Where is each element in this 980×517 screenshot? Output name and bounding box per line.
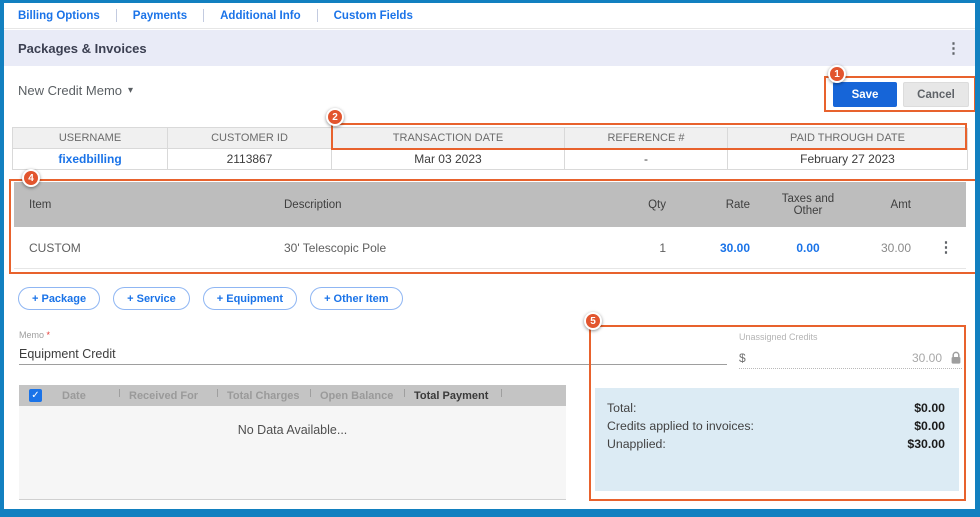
add-other-item-button[interactable]: + Other Item bbox=[310, 287, 403, 310]
col-taxes-and-other: Taxes and Other bbox=[765, 182, 851, 227]
summary-credits-applied-value: $0.00 bbox=[914, 419, 945, 433]
nav-divider bbox=[316, 9, 318, 22]
cell-paid-through-date: February 27 2023 bbox=[728, 149, 968, 170]
summary-unapplied-label: Unapplied: bbox=[607, 437, 666, 451]
cell-username: fixedbilling bbox=[13, 149, 168, 170]
item-description-cell: 30' Telescopic Pole bbox=[269, 227, 599, 269]
dropdown-label: New Credit Memo bbox=[18, 83, 123, 98]
chevron-down-icon: ▾ bbox=[128, 85, 134, 96]
line-items-table: Item Description Qty Rate Taxes and Othe… bbox=[14, 182, 966, 269]
item-amt-cell: 30.00 bbox=[851, 227, 926, 269]
taxes-value[interactable]: 0.00 bbox=[796, 241, 819, 255]
tab-additional-info[interactable]: Additional Info bbox=[216, 10, 304, 22]
unassigned-credits-field[interactable]: $ 30.00 bbox=[739, 348, 962, 369]
tab-payments[interactable]: Payments bbox=[129, 10, 191, 22]
new-credit-memo-dropdown[interactable]: New Credit Memo ▾ bbox=[18, 83, 133, 98]
section-kebab-menu-icon[interactable]: ⋮ bbox=[946, 41, 961, 56]
credit-summary-box: Total: $0.00 Credits applied to invoices… bbox=[595, 388, 959, 491]
col-amt: Amt bbox=[851, 182, 926, 227]
unassigned-credits-value: 30.00 bbox=[911, 351, 942, 365]
col-customer-id: CUSTOMER ID bbox=[168, 128, 332, 149]
required-asterisk: * bbox=[46, 330, 51, 340]
cell-reference: - bbox=[565, 149, 728, 170]
nav-divider bbox=[203, 9, 205, 22]
lock-icon[interactable] bbox=[950, 351, 962, 365]
add-package-button[interactable]: + Package bbox=[18, 287, 101, 310]
col-description: Description bbox=[269, 182, 599, 227]
col-total-payment: Total Payment bbox=[404, 385, 501, 406]
annotation-badge-5: 5 bbox=[584, 312, 602, 330]
summary-total-row: Total: $0.00 bbox=[607, 399, 945, 417]
currency-symbol: $ bbox=[739, 351, 746, 365]
col-total-charges: Total Charges bbox=[217, 385, 310, 406]
section-header: Packages & Invoices ⋮ bbox=[4, 30, 975, 66]
item-qty-cell: 1 bbox=[599, 227, 681, 269]
col-open-balance: Open Balance bbox=[310, 385, 404, 406]
tab-custom-fields[interactable]: Custom Fields bbox=[330, 10, 417, 22]
col-trailing bbox=[501, 385, 566, 406]
summary-unapplied-row: Unapplied: $30.00 bbox=[607, 435, 945, 453]
col-item: Item bbox=[14, 182, 269, 227]
tab-billing-options[interactable]: Billing Options bbox=[14, 10, 104, 22]
summary-total-label: Total: bbox=[607, 401, 637, 415]
col-qty: Qty bbox=[599, 182, 681, 227]
row-kebab-menu-icon[interactable]: ⋮ bbox=[939, 240, 954, 255]
col-received-for: Received For bbox=[119, 385, 217, 406]
col-username: USERNAME bbox=[13, 128, 168, 149]
add-item-buttons: + Package + Service + Equipment + Other … bbox=[18, 287, 403, 310]
customer-table: USERNAME CUSTOMER ID TRANSACTION DATE RE… bbox=[12, 127, 968, 170]
col-actions bbox=[926, 182, 966, 227]
top-nav: Billing Options Payments Additional Info… bbox=[4, 3, 975, 29]
header-checkbox-cell: ✓ bbox=[19, 385, 52, 406]
item-taxes-cell: 0.00 bbox=[765, 227, 851, 269]
credit-memo-screen: Billing Options Payments Additional Info… bbox=[0, 0, 980, 517]
page-title: Packages & Invoices bbox=[18, 40, 147, 56]
nav-divider bbox=[115, 9, 117, 22]
username-link[interactable]: fixedbilling bbox=[58, 152, 121, 166]
select-all-checkbox[interactable]: ✓ bbox=[29, 389, 42, 402]
no-data-message: No Data Available... bbox=[237, 423, 348, 437]
add-service-button[interactable]: + Service bbox=[113, 287, 190, 310]
summary-total-value: $0.00 bbox=[914, 401, 945, 415]
cell-transaction-date: Mar 03 2023 bbox=[332, 149, 565, 170]
col-rate: Rate bbox=[681, 182, 765, 227]
amt-value: 30.00 bbox=[880, 240, 911, 255]
col-reference: REFERENCE # bbox=[565, 128, 728, 149]
payments-table-header: ✓ Date Received For Total Charges Open B… bbox=[19, 385, 566, 406]
col-transaction-date: TRANSACTION DATE bbox=[332, 128, 565, 149]
annotation-badge-2: 2 bbox=[326, 108, 344, 126]
memo-input[interactable] bbox=[19, 344, 727, 365]
cell-customer-id: 2113867 bbox=[168, 149, 332, 170]
unassigned-credits-label: Unassigned Credits bbox=[739, 332, 818, 342]
summary-unapplied-value: $30.00 bbox=[907, 437, 945, 451]
payments-table-body bbox=[19, 406, 566, 500]
memo-label: Memo * bbox=[19, 330, 51, 340]
col-date: Date bbox=[62, 389, 86, 402]
col-paid-through-date: PAID THROUGH DATE bbox=[728, 128, 968, 149]
add-equipment-button[interactable]: + Equipment bbox=[202, 287, 298, 310]
summary-credits-applied-row: Credits applied to invoices: $0.00 bbox=[607, 417, 945, 435]
item-actions-cell: ⋮ bbox=[926, 227, 966, 269]
rate-value[interactable]: 30.00 bbox=[720, 241, 750, 255]
save-button[interactable]: Save bbox=[833, 82, 897, 107]
cancel-button[interactable]: Cancel bbox=[903, 82, 969, 107]
item-cell: CUSTOM bbox=[14, 227, 269, 269]
annotation-badge-1: 1 bbox=[828, 65, 846, 83]
item-rate-cell: 30.00 bbox=[681, 227, 765, 269]
summary-credits-applied-label: Credits applied to invoices: bbox=[607, 419, 754, 433]
